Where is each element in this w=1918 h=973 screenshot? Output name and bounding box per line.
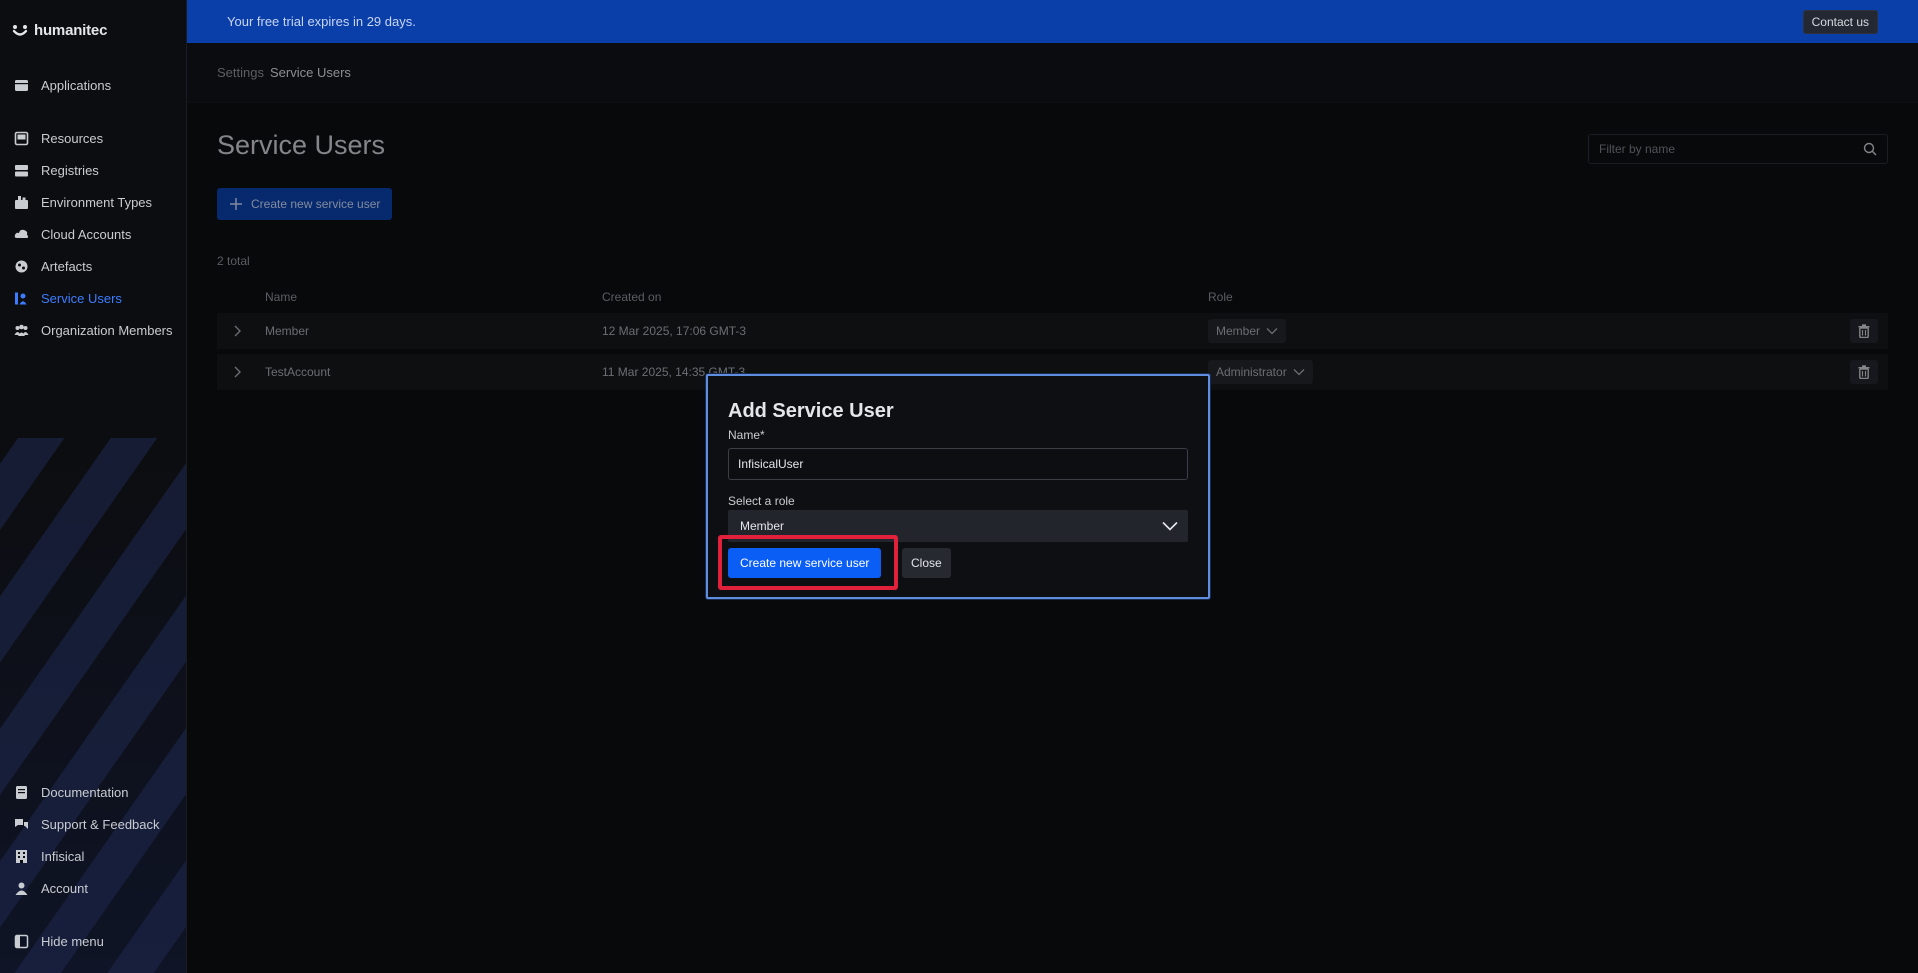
humanitec-logo-icon	[12, 24, 28, 36]
sidebar-item-label: Support & Feedback	[41, 817, 160, 832]
sidebar-item-label: Documentation	[41, 785, 129, 800]
resources-icon	[14, 131, 29, 146]
close-button[interactable]: Close	[902, 548, 951, 578]
contact-us-button[interactable]: Contact us	[1802, 9, 1878, 34]
name-label: Name*	[728, 428, 765, 442]
sidebar-item-registries[interactable]: Registries	[14, 163, 99, 178]
sidebar-item-documentation[interactable]: Documentation	[14, 785, 128, 800]
organization-members-icon	[14, 323, 29, 338]
sidebar-item-label: Environment Types	[41, 195, 153, 210]
sidebar-item-environment-types[interactable]: Environment Types	[14, 195, 152, 210]
sidebar-item-cloud-accounts[interactable]: Cloud Accounts	[14, 227, 131, 242]
sidebar-item-label: Resources	[41, 131, 104, 146]
chevron-down-icon	[1162, 521, 1178, 531]
sidebar-item-account[interactable]: Account	[14, 881, 88, 896]
hide-menu-button[interactable]: Hide menu	[14, 934, 104, 949]
environment-types-icon	[14, 195, 29, 210]
account-icon	[14, 881, 29, 896]
role-select[interactable]: Member	[728, 510, 1188, 542]
cloud-accounts-icon	[14, 227, 29, 242]
sidebar-item-applications[interactable]: Applications	[14, 78, 111, 93]
role-label: Select a role	[728, 494, 795, 508]
sidebar-item-label: Cloud Accounts	[41, 227, 132, 242]
registries-icon	[14, 163, 29, 178]
sidebar-item-resources[interactable]: Resources	[14, 131, 103, 146]
sidebar-item-label: Account	[41, 881, 88, 896]
sidebar-item-label: Organization Members	[41, 323, 173, 338]
sidebar-item-support[interactable]: Support & Feedback	[14, 817, 160, 832]
organization-icon	[14, 849, 29, 864]
brand-logo[interactable]: humanitec	[12, 22, 107, 39]
add-service-user-dialog: Add Service User Name* InfisicalUser Sel…	[706, 374, 1210, 599]
role-select-value: Member	[740, 519, 785, 533]
trial-banner: Your free trial expires in 29 days. Cont…	[187, 0, 1918, 43]
sidebar-item-artefacts[interactable]: Artefacts	[14, 259, 92, 274]
sidebar-item-infisical[interactable]: Infisical	[14, 849, 84, 864]
name-input[interactable]: InfisicalUser	[728, 448, 1188, 480]
sidebar-item-label: Infisical	[41, 849, 85, 864]
brand-name: humanitec	[34, 22, 108, 39]
sidebar-item-service-users[interactable]: Service Users	[14, 291, 122, 306]
dialog-title: Add Service User	[728, 400, 894, 422]
sidebar-item-label: Applications	[41, 78, 112, 93]
trial-banner-text: Your free trial expires in 29 days.	[227, 14, 416, 29]
hide-menu-label: Hide menu	[41, 934, 104, 949]
documentation-icon	[14, 785, 29, 800]
sidebar-toggle-icon	[14, 934, 29, 949]
sidebar-item-label: Artefacts	[41, 259, 93, 274]
sidebar-item-label: Service Users	[41, 291, 122, 306]
applications-icon	[14, 78, 29, 93]
sidebar-item-label: Registries	[41, 163, 99, 178]
create-new-service-user-button[interactable]: Create new service user	[728, 548, 882, 578]
sidebar-item-organization-members[interactable]: Organization Members	[14, 323, 173, 338]
support-icon	[14, 817, 29, 832]
service-users-icon	[14, 291, 29, 306]
sidebar: humanitec Applications Resources Registr…	[0, 0, 187, 973]
artefacts-icon	[14, 259, 29, 274]
